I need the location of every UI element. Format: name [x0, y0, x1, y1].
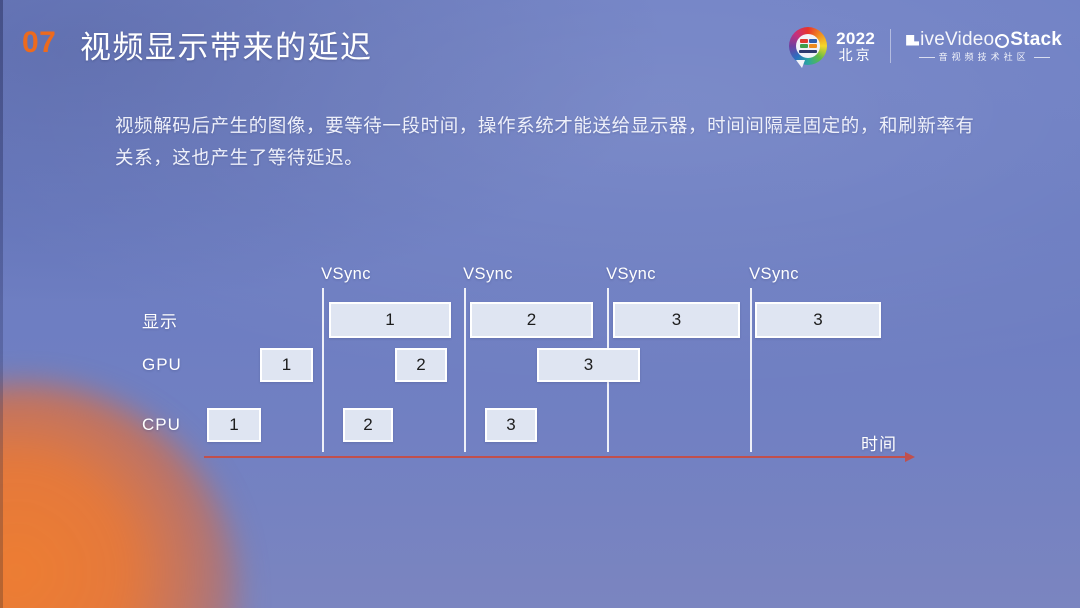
task-bar-CPU-1-0: 1 — [207, 408, 261, 442]
vsync-line-2 — [464, 288, 466, 452]
task-bar-GPU-2-4: 2 — [395, 348, 447, 382]
vsync-line-1 — [322, 288, 324, 452]
timing-diagram: VSync VSync VSync VSync 显示 GPU CPU 1 2 3 1 2 3 1 2 3 3 时间 — [0, 0, 1080, 608]
task-bar-GPU-3-5: 3 — [537, 348, 640, 382]
task-bar-CPU-3-2: 3 — [485, 408, 537, 442]
task-bar-显示-3-8: 3 — [613, 302, 740, 338]
time-axis-label: 时间 — [861, 435, 897, 454]
vsync-line-4 — [750, 288, 752, 452]
row-label-GPU: GPU — [142, 355, 182, 374]
logo-inner-mark — [798, 39, 819, 54]
row-label-CPU: CPU — [142, 415, 181, 434]
time-axis-line — [204, 456, 905, 458]
vsync-label-1: VSync — [321, 265, 371, 283]
time-axis-arrowhead-icon — [905, 452, 915, 462]
task-bar-GPU-1-3: 1 — [260, 348, 313, 382]
task-bar-CPU-2-1: 2 — [343, 408, 393, 442]
task-bar-显示-3-9: 3 — [755, 302, 881, 338]
slide: 07 视频显示带来的延迟 2022 北京 ive Video Stack 音视频… — [0, 0, 1080, 608]
task-bar-显示-1-6: 1 — [329, 302, 451, 338]
speech-bubble-tail-icon — [796, 60, 806, 68]
vsync-label-2: VSync — [463, 265, 513, 283]
vsync-label-4: VSync — [749, 265, 799, 283]
row-label-显示: 显示 — [142, 312, 178, 332]
task-bar-显示-2-7: 2 — [470, 302, 593, 338]
vsync-label-3: VSync — [606, 265, 656, 283]
